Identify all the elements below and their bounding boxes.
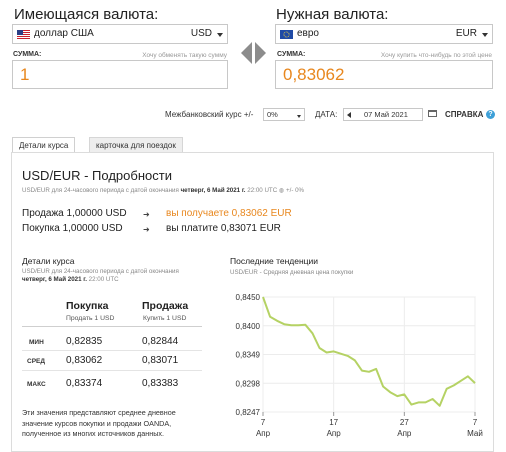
want-amount-hint: Хочу купить что-нибудь по этой цене — [380, 52, 492, 59]
col-sell-header: Продажа — [142, 300, 189, 312]
row-min-label: МИН — [29, 339, 44, 346]
table-row-divider — [22, 350, 202, 351]
eu-flag-icon — [280, 30, 293, 39]
x-tick-month: Апр — [397, 429, 412, 438]
sell-line-right: вы получаете 0,83062 EUR — [166, 208, 292, 219]
col-buy-sub: Продать 1 USD — [66, 315, 115, 322]
buy-line-right: вы платите 0,83071 EUR — [166, 223, 281, 234]
y-tick-label: 0,8247 — [236, 408, 261, 417]
tab-rate-details-label: Детали курса — [19, 141, 69, 150]
trend-heading: Последние тенденции — [230, 256, 319, 266]
tab-travel-card[interactable]: карточка для поездок — [89, 137, 183, 152]
help-link[interactable]: СПРАВКА — [445, 110, 483, 119]
swap-currencies-button[interactable] — [241, 41, 269, 65]
rate-details-meta: USD/EUR для 24-часового периода с датой … — [22, 268, 179, 283]
sell-line-left: Продажа 1,00000 USD — [22, 208, 127, 219]
date-label: ДАТА: — [315, 110, 338, 119]
arrow-right-icon: ➜ — [143, 225, 150, 234]
trend-chart: 0,84500,84000,83490,82980,82477Апр17Апр2… — [236, 293, 483, 438]
want-amount-value: 0,83062 — [283, 65, 345, 84]
interbank-rate-value: 0% — [267, 110, 278, 119]
rate-details-heading: Детали курса — [22, 256, 75, 266]
y-tick-label: 0,8298 — [236, 379, 261, 388]
date-value: 07 Май 2021 — [364, 110, 408, 119]
have-amount-label: СУММА: — [13, 51, 42, 58]
details-meta-date: четверг, 6 Май 2021 г. — [180, 187, 246, 194]
arrow-right-icon: ➜ — [143, 210, 150, 219]
rate-details-note: Эти значения представляют среднее дневно… — [22, 408, 176, 438]
tab-travel-card-label: карточка для поездок — [96, 141, 176, 150]
want-currency-code: EUR — [455, 28, 477, 39]
row-max-sell: 0,83383 — [142, 378, 179, 389]
y-tick-label: 0,8349 — [236, 351, 261, 360]
y-tick-label: 0,8450 — [236, 293, 261, 302]
row-max-label: МАКС — [27, 381, 46, 388]
us-flag-icon — [17, 30, 30, 39]
chevron-down-icon — [217, 33, 223, 37]
interbank-rate-select[interactable]: 0% — [263, 108, 305, 121]
have-amount-hint: Хочу обменять такую сумму — [142, 52, 227, 59]
have-currency-code: USD — [190, 28, 212, 39]
row-avg-sell: 0,83071 — [142, 355, 179, 366]
chevron-down-icon — [482, 33, 488, 37]
y-tick-label: 0,8400 — [236, 322, 261, 331]
col-buy-header: Покупка — [66, 300, 109, 312]
have-currency-name: доллар США — [34, 28, 94, 39]
want-currency-select[interactable]: евро EUR — [275, 24, 493, 44]
want-currency-label: Нужная валюта: — [276, 6, 389, 23]
date-picker[interactable]: 07 Май 2021 — [343, 108, 423, 121]
table-row-divider — [22, 370, 202, 371]
calendar-icon[interactable] — [428, 110, 437, 117]
x-tick-day: 27 — [400, 418, 409, 427]
details-title: USD/EUR - Подробности — [22, 168, 172, 183]
tab-rate-details[interactable]: Детали курса — [12, 137, 76, 152]
row-avg-label: СРЕД — [27, 358, 45, 365]
x-tick-month: Май — [467, 429, 483, 438]
swap-left-arrow-icon — [241, 42, 252, 64]
date-prev-icon[interactable] — [347, 112, 351, 118]
have-amount-value: 1 — [20, 65, 30, 84]
trend-subtitle: USD/EUR - Средняя дневная цена покупки — [230, 269, 354, 276]
x-tick-day: 7 — [261, 418, 266, 427]
have-currency-label: Имеющаяся валюта: — [14, 6, 159, 23]
row-min-buy: 0,82835 — [66, 336, 103, 347]
details-meta: USD/EUR для 24-часового периода с датой … — [22, 187, 305, 194]
want-currency-name: евро — [297, 28, 319, 39]
have-currency-select[interactable]: доллар США USD — [12, 24, 228, 44]
buy-line-left: Покупка 1,00000 USD — [22, 223, 123, 234]
x-tick-month: Апр — [256, 429, 271, 438]
row-max-buy: 0,83374 — [66, 378, 103, 389]
interbank-label: Межбанковский курс +/- — [165, 110, 254, 119]
x-tick-day: 17 — [329, 418, 338, 427]
row-avg-buy: 0,83062 — [66, 355, 103, 366]
row-min-sell: 0,82844 — [142, 336, 179, 347]
chevron-down-icon — [297, 115, 301, 118]
want-amount-label: СУММА: — [277, 51, 306, 58]
table-header-divider — [22, 326, 202, 327]
col-sell-sub: Купить 1 USD — [143, 315, 187, 322]
have-amount-input[interactable]: 1 — [12, 60, 228, 89]
help-icon[interactable]: ? — [486, 110, 495, 119]
x-tick-month: Апр — [327, 429, 342, 438]
want-amount-input[interactable]: 0,83062 — [275, 60, 493, 89]
x-tick-day: 7 — [473, 418, 478, 427]
swap-right-arrow-icon — [255, 42, 266, 64]
